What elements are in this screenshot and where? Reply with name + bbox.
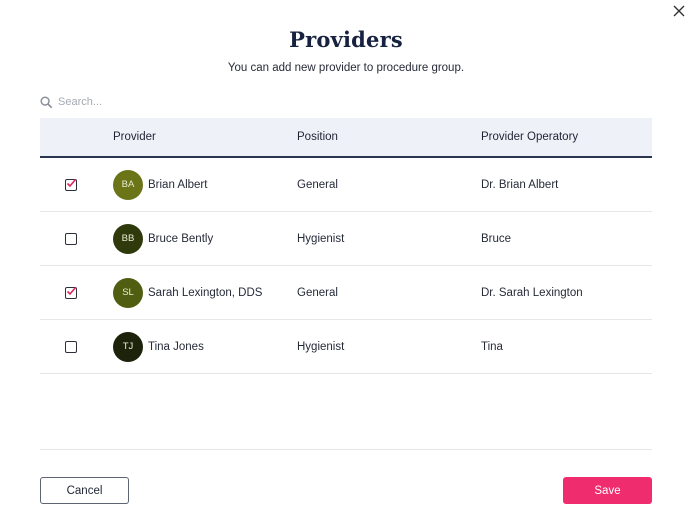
search-input[interactable] (58, 96, 298, 108)
checkmark-icon (66, 286, 77, 295)
position-cell: Hygienist (297, 340, 345, 353)
checkmark-icon (66, 178, 77, 187)
dialog-subtitle: You can add new provider to procedure gr… (227, 62, 465, 74)
header-position: Position (297, 131, 338, 143)
search-bar[interactable] (40, 92, 340, 112)
avatar: SL (113, 277, 143, 308)
position-cell: Hygienist (297, 232, 345, 245)
provider-name: Bruce Bently (148, 232, 214, 245)
provider-cell: TJ Tina Jones (113, 331, 297, 362)
close-icon (673, 5, 685, 17)
avatar: BB (113, 223, 143, 254)
position-cell: General (297, 178, 338, 191)
row-check-cell (40, 178, 113, 191)
row-checkbox[interactable] (65, 340, 77, 353)
provider-cell: BB Bruce Bently (113, 223, 297, 254)
table-row[interactable]: BB Bruce Bently Hygienist Bruce (40, 212, 652, 266)
table-row[interactable]: BA Brian Albert General Dr. Brian Albert (40, 158, 652, 212)
row-check-cell (40, 340, 113, 353)
table-header: Provider Position Provider Operatory (40, 118, 652, 158)
row-checkbox[interactable] (65, 178, 77, 191)
row-checkbox[interactable] (65, 286, 77, 299)
operatory-cell: Tina (481, 340, 503, 353)
table-body: BA Brian Albert General Dr. Brian Albert BB B… (40, 158, 652, 374)
provider-name: Tina Jones (148, 340, 204, 353)
row-check-cell (40, 286, 113, 299)
row-check-cell (40, 232, 113, 245)
header-provider: Provider (113, 131, 156, 143)
avatar: BA (113, 169, 143, 200)
table-row[interactable]: TJ Tina Jones Hygienist Tina (40, 320, 652, 374)
save-button[interactable]: Save (563, 477, 652, 504)
operatory-cell: Dr. Sarah Lexington (481, 286, 583, 299)
cancel-button[interactable]: Cancel (40, 477, 129, 504)
dialog-title: Providers (289, 27, 403, 52)
header-operatory: Provider Operatory (481, 131, 579, 143)
operatory-cell: Dr. Brian Albert (481, 178, 559, 191)
provider-name: Brian Albert (148, 178, 208, 191)
avatar: TJ (113, 331, 143, 362)
provider-cell: SL Sarah Lexington, DDS (113, 277, 297, 308)
provider-name: Sarah Lexington, DDS (148, 286, 263, 299)
table-row[interactable]: SL Sarah Lexington, DDS General Dr. Sarah L… (40, 266, 652, 320)
close-button[interactable] (670, 2, 688, 20)
operatory-cell: Bruce (481, 232, 512, 245)
provider-cell: BA Brian Albert (113, 169, 297, 200)
providers-table: Provider Position Provider Operatory BA B… (40, 118, 652, 374)
search-icon (40, 95, 53, 108)
row-checkbox[interactable] (65, 232, 77, 245)
footer-divider (40, 449, 652, 450)
position-cell: General (297, 286, 338, 299)
